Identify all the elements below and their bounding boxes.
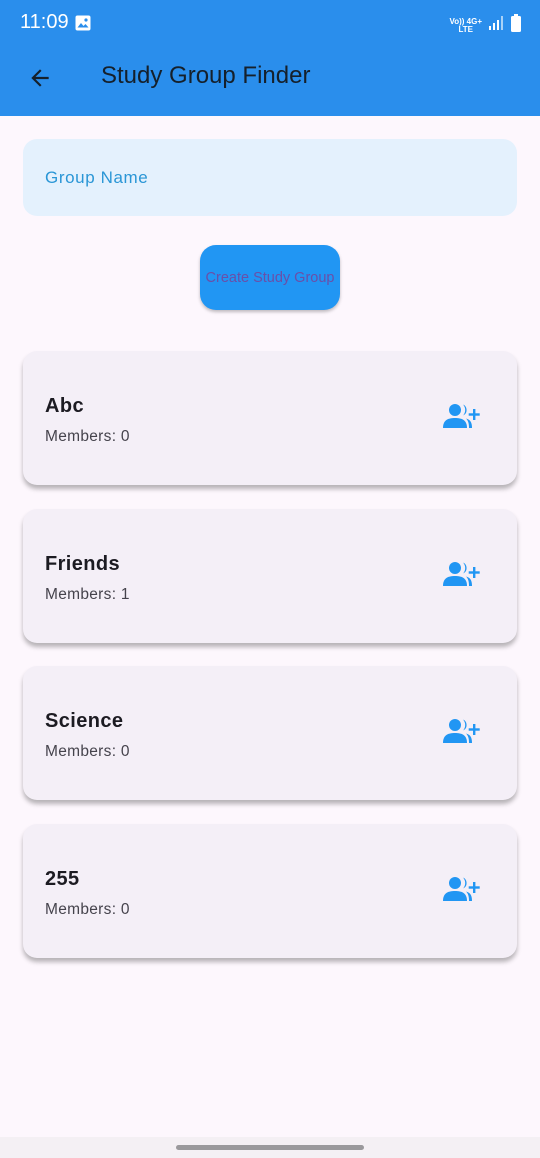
group-card: Friends Members: 1 xyxy=(23,509,517,643)
group-card: Science Members: 0 xyxy=(23,666,517,800)
join-group-button[interactable] xyxy=(439,400,483,436)
group-name: Abc xyxy=(45,395,84,417)
person-add-icon xyxy=(442,560,480,593)
group-card: Abc Members: 0 xyxy=(23,351,517,485)
system-nav-bar xyxy=(0,1137,540,1158)
create-study-group-button[interactable]: Create Study Group xyxy=(200,245,340,310)
group-name: Science xyxy=(45,710,124,732)
members-label: Members: xyxy=(45,743,121,760)
home-indicator[interactable] xyxy=(176,1145,364,1150)
group-name: Friends xyxy=(45,553,121,575)
create-study-group-label: Create Study Group xyxy=(205,269,335,286)
network-indicator: Vo)) 4G+ LTE xyxy=(449,17,482,34)
app-bar: Study Group Finder xyxy=(0,48,540,116)
person-add-icon xyxy=(442,717,480,750)
network-line2: LTE xyxy=(458,24,473,34)
status-indicators: Vo)) 4G+ LTE xyxy=(449,14,522,37)
members-label: Members: xyxy=(45,901,121,918)
signal-icon xyxy=(488,15,504,36)
group-name-input[interactable] xyxy=(23,139,517,216)
group-name: 255 xyxy=(45,868,80,890)
battery-icon xyxy=(510,14,522,37)
group-name-field[interactable] xyxy=(23,139,517,216)
gallery-icon xyxy=(75,15,91,31)
group-members: Members: 0 xyxy=(45,901,130,919)
person-add-icon xyxy=(442,402,480,435)
group-members: Members: 1 xyxy=(45,586,130,604)
join-group-button[interactable] xyxy=(439,715,483,751)
page-title: Study Group Finder xyxy=(101,62,311,89)
arrow-back-icon xyxy=(27,65,53,96)
join-group-button[interactable] xyxy=(439,873,483,909)
group-members: Members: 0 xyxy=(45,743,130,761)
members-count: 0 xyxy=(120,428,130,445)
group-card: 255 Members: 0 xyxy=(23,824,517,958)
join-group-button[interactable] xyxy=(439,558,483,594)
members-count: 0 xyxy=(120,901,130,918)
status-time: 11:09 xyxy=(20,11,69,33)
back-button[interactable] xyxy=(22,62,58,98)
status-bar: 11:09 Vo)) 4G+ LTE xyxy=(0,0,540,48)
members-label: Members: xyxy=(45,586,121,603)
members-label: Members: xyxy=(45,428,121,445)
person-add-icon xyxy=(442,875,480,908)
group-members: Members: 0 xyxy=(45,428,130,446)
members-count: 0 xyxy=(120,743,130,760)
members-count: 1 xyxy=(120,586,130,603)
